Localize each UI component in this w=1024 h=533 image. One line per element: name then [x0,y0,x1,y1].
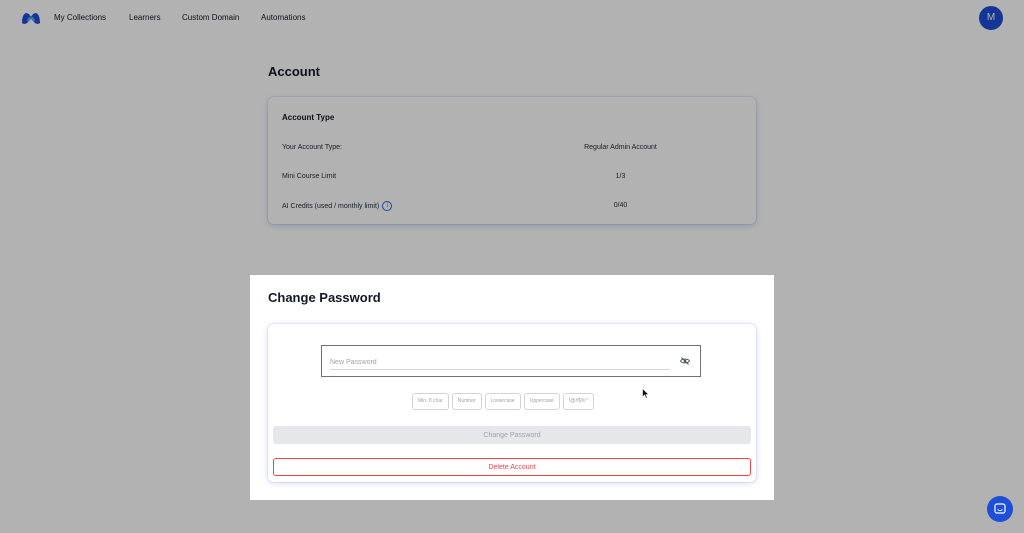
requirement-lowercase: Lowercase [484,393,521,410]
password-requirements: Min. 8 char Number Lowercase Uppercase !… [412,393,594,411]
new-password-field [321,345,701,377]
requirement-min-chars: Min. 8 char [412,393,449,410]
modal-title: Change Password [268,290,381,305]
delete-account-button[interactable]: Delete Account [273,458,751,476]
requirement-special-char: !@#$%^ [562,393,594,410]
change-password-button[interactable]: Change Password [273,426,751,444]
change-password-modal: Change Password Min. 8 char Number Lower… [250,275,774,500]
eye-slash-icon[interactable] [680,357,690,365]
mouse-cursor-icon [642,388,650,399]
password-card: Min. 8 char Number Lowercase Uppercase !… [268,324,756,482]
requirement-uppercase: Uppercase [523,393,560,410]
chat-button[interactable] [987,496,1013,522]
requirement-number: Number [451,393,482,410]
chat-icon [994,503,1006,514]
new-password-input[interactable] [330,355,670,370]
